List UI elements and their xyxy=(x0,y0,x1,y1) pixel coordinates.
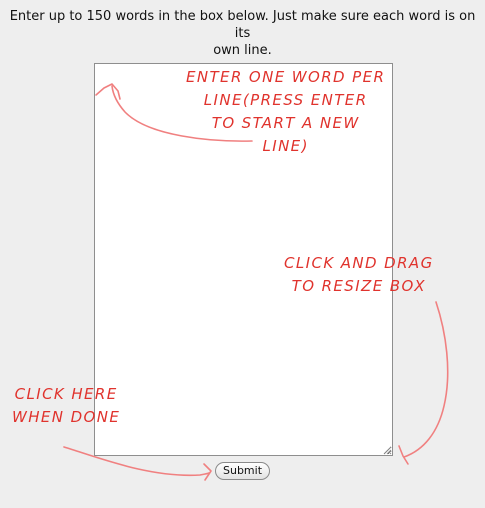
annotation-resize: CLICK AND DRAG TO RESIZE BOX xyxy=(284,252,434,298)
annotation-line: LINE(PRESS ENTER xyxy=(203,91,368,109)
instructions-line-2: own line. xyxy=(213,43,272,58)
annotation-line: WHEN DONE xyxy=(12,408,121,426)
instructions-line-1: Enter up to 150 words in the box below. … xyxy=(9,9,476,41)
submit-button[interactable]: Submit xyxy=(215,462,270,480)
resize-handle-icon[interactable] xyxy=(383,446,392,455)
annotation-line: TO START A NEW xyxy=(211,114,360,132)
annotation-click-here: CLICK HERE WHEN DONE xyxy=(12,383,120,429)
annotation-line: CLICK AND DRAG xyxy=(284,254,434,272)
arrowhead-icon xyxy=(203,463,212,481)
annotation-line: ENTER ONE WORD PER xyxy=(186,68,386,86)
arrowhead-icon xyxy=(398,445,409,465)
annotation-line: CLICK HERE xyxy=(14,385,118,403)
instructions-text: Enter up to 150 words in the box below. … xyxy=(0,8,485,59)
annotation-line: LINE) xyxy=(262,137,309,155)
annotation-enter-word: ENTER ONE WORD PER LINE(PRESS ENTER TO S… xyxy=(186,66,385,158)
arrow-to-resize-icon xyxy=(403,301,449,458)
page: Enter up to 150 words in the box below. … xyxy=(0,0,485,508)
annotation-line: TO RESIZE BOX xyxy=(291,277,426,295)
